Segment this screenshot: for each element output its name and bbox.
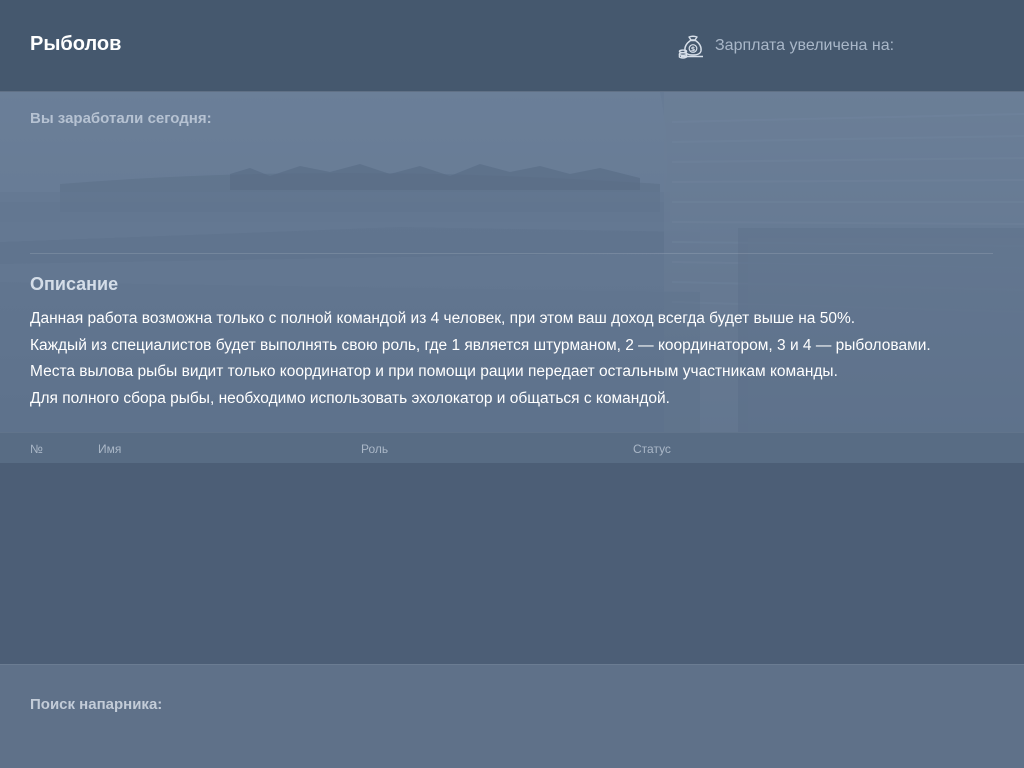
section-divider xyxy=(30,253,993,254)
svg-text:$: $ xyxy=(691,45,696,53)
money-bag-icon: $ xyxy=(678,35,703,59)
fisherman-job-panel: Рыболов $ Зарплата увеличена на: Вы зара… xyxy=(0,0,1024,768)
column-header-status: Статус xyxy=(633,442,671,456)
description-line: Места вылова рыбы видит только координат… xyxy=(30,363,838,380)
description-heading: Описание xyxy=(30,274,119,294)
column-header-number: № xyxy=(30,442,43,456)
column-header-role: Роль xyxy=(361,442,389,456)
partner-search-label: Поиск напарника: xyxy=(30,696,163,713)
salary-bonus: $ Зарплата увеличена на: xyxy=(678,32,894,60)
column-header-name: Имя xyxy=(98,442,122,456)
salary-label: Зарплата увеличена на: xyxy=(715,37,895,54)
description-text: Данная работа возможна только с полной к… xyxy=(30,306,1020,412)
description-line: Данная работа возможна только с полной к… xyxy=(30,310,856,327)
header-bar: Рыболов $ Зарплата увеличена на: xyxy=(0,0,1024,91)
description-line: Для полного сбора рыбы, необходимо испол… xyxy=(30,389,670,407)
job-info-section: Вы заработали сегодня: Описание Данная р… xyxy=(0,92,1024,432)
team-table-header: № Имя Роль Статус xyxy=(0,432,1024,464)
team-table-body xyxy=(0,463,1024,664)
earned-today-label: Вы заработали сегодня: xyxy=(30,110,212,127)
job-title: Рыболов xyxy=(30,33,122,55)
partner-search-section: Поиск напарника: xyxy=(0,664,1024,768)
description-line: Каждый из специалистов будет выполнять с… xyxy=(30,336,931,354)
